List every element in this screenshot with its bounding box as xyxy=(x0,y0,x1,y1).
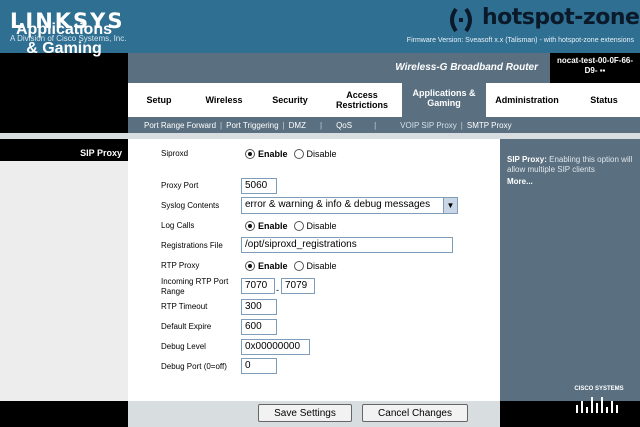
partner-name: hotspot-zone xyxy=(482,5,640,30)
rtp-proxy-label: RTP Proxy xyxy=(161,261,200,270)
subnav-port-triggering[interactable]: Port Triggering xyxy=(226,121,278,130)
subnav-separator: | xyxy=(460,120,463,130)
help-more-link[interactable]: More... xyxy=(507,177,533,186)
proxy-port-label: Proxy Port xyxy=(161,181,199,190)
rtp-range-label-line2: Range xyxy=(161,287,185,296)
hostname-box: nocat-test-00-0F-66- D9- ▪▪ xyxy=(550,53,640,83)
model-name: Wireless-G Broadband Router xyxy=(395,62,538,73)
siproxd-enable-label: Enable xyxy=(258,149,288,159)
rtp-proxy-radio-group: Enable Disable xyxy=(245,261,337,271)
rtp-range-label-line1: Incoming RTP Port xyxy=(161,277,229,286)
default-expire-input[interactable]: 600 xyxy=(241,319,277,335)
rtp-proxy-disable-label: Disable xyxy=(306,261,337,271)
siproxd-enable-radio[interactable] xyxy=(245,149,255,159)
firmware-version: Firmware Version: Sveasoft x.x (Talisman… xyxy=(406,37,634,44)
cisco-systems-logo-icon: CISCO SYSTEMS xyxy=(574,386,624,413)
main-tabs: Setup Wireless Security Access Restricti… xyxy=(128,79,640,117)
log-calls-radio-group: Enable Disable xyxy=(245,221,337,231)
network-icon: ▪▪ xyxy=(599,66,606,75)
siproxd-label: Siproxd xyxy=(161,149,189,158)
rtp-range-label: Incoming RTP Port Range xyxy=(161,277,228,297)
subnav-dmz[interactable]: DMZ xyxy=(289,121,306,130)
siproxd-disable-label: Disable xyxy=(306,149,337,159)
model-bar: Wireless-G Broadband Router xyxy=(128,53,550,83)
tab-applications-gaming[interactable]: Applications & Gaming xyxy=(402,79,486,117)
tab-wireless[interactable]: Wireless xyxy=(190,83,258,117)
subnav-separator: | xyxy=(374,120,377,130)
cancel-changes-button[interactable]: Cancel Changes xyxy=(362,404,468,422)
tab-security[interactable]: Security xyxy=(258,83,322,117)
save-settings-button[interactable]: Save Settings xyxy=(258,404,352,422)
chevron-down-icon[interactable]: ▼ xyxy=(443,198,457,213)
rtp-proxy-enable-label: Enable xyxy=(258,261,288,271)
debug-port-input[interactable]: 0 xyxy=(241,358,277,374)
proxy-port-input[interactable]: 5060 xyxy=(241,178,277,194)
log-calls-disable-label: Disable xyxy=(306,221,337,231)
section-panel xyxy=(0,53,128,133)
help-title: SIP Proxy: xyxy=(507,155,547,164)
tab-setup[interactable]: Setup xyxy=(128,83,190,117)
siproxd-radio-group: Enable Disable xyxy=(245,149,337,159)
debug-level-input[interactable]: 0x00000000 xyxy=(241,339,310,355)
registrations-file-label: Registrations File xyxy=(161,241,223,250)
log-calls-label: Log Calls xyxy=(161,221,195,230)
tab-access-restrictions[interactable]: Access Restrictions xyxy=(322,83,402,117)
hostname-line1: nocat-test-00-0F-66- xyxy=(556,56,633,65)
rtp-range-end-input[interactable]: 7079 xyxy=(281,278,315,294)
rtp-range-separator: - xyxy=(276,285,279,295)
cisco-logo-text: CISCO SYSTEMS xyxy=(574,386,623,392)
debug-port-label: Debug Port (0=off) xyxy=(161,362,227,371)
subnav-smtp-proxy[interactable]: SMTP Proxy xyxy=(467,121,512,130)
log-calls-enable-label: Enable xyxy=(258,221,288,231)
help-text: SIP Proxy: Enabling this option will all… xyxy=(507,155,635,175)
log-calls-disable-radio[interactable] xyxy=(293,221,304,231)
log-calls-enable-radio[interactable] xyxy=(245,221,255,231)
hostname-line2: D9- ▪▪ xyxy=(584,66,606,75)
section-title-line2: & Gaming xyxy=(26,40,102,57)
rtp-proxy-disable-radio[interactable] xyxy=(293,261,304,271)
hotspot-zone-logo-icon xyxy=(450,7,472,33)
registrations-file-input[interactable]: /opt/siproxd_registrations xyxy=(241,237,453,253)
rtp-timeout-input[interactable]: 300 xyxy=(241,299,277,315)
siproxd-disable-radio[interactable] xyxy=(293,149,304,159)
subnav-separator: | xyxy=(220,120,223,130)
section-title-line1: Applications xyxy=(15,21,112,38)
left-column xyxy=(0,139,128,401)
subnav-voip-sip-proxy[interactable]: VOIP SIP Proxy xyxy=(400,121,457,130)
section-title: Applications & Gaming xyxy=(8,20,120,58)
syslog-select[interactable]: error & warning & info & debug messages xyxy=(241,197,458,214)
rtp-timeout-label: RTP Timeout xyxy=(161,302,208,311)
subnav-qos[interactable]: QoS xyxy=(336,121,352,130)
rtp-proxy-enable-radio[interactable] xyxy=(245,261,255,271)
tab-administration[interactable]: Administration xyxy=(486,83,568,117)
subnav-separator: | xyxy=(282,120,285,130)
default-expire-label: Default Expire xyxy=(161,322,212,331)
debug-level-label: Debug Level xyxy=(161,342,206,351)
subsection-label: SIP Proxy xyxy=(0,139,128,161)
subnav-separator: | xyxy=(319,120,323,130)
subnav-port-range-forward[interactable]: Port Range Forward xyxy=(144,121,216,130)
syslog-label: Syslog Contents xyxy=(161,201,220,210)
tab-status[interactable]: Status xyxy=(568,83,640,117)
sub-nav: Port Range Forward | Port Triggering | D… xyxy=(128,117,640,133)
rtp-range-start-input[interactable]: 7070 xyxy=(241,278,275,294)
